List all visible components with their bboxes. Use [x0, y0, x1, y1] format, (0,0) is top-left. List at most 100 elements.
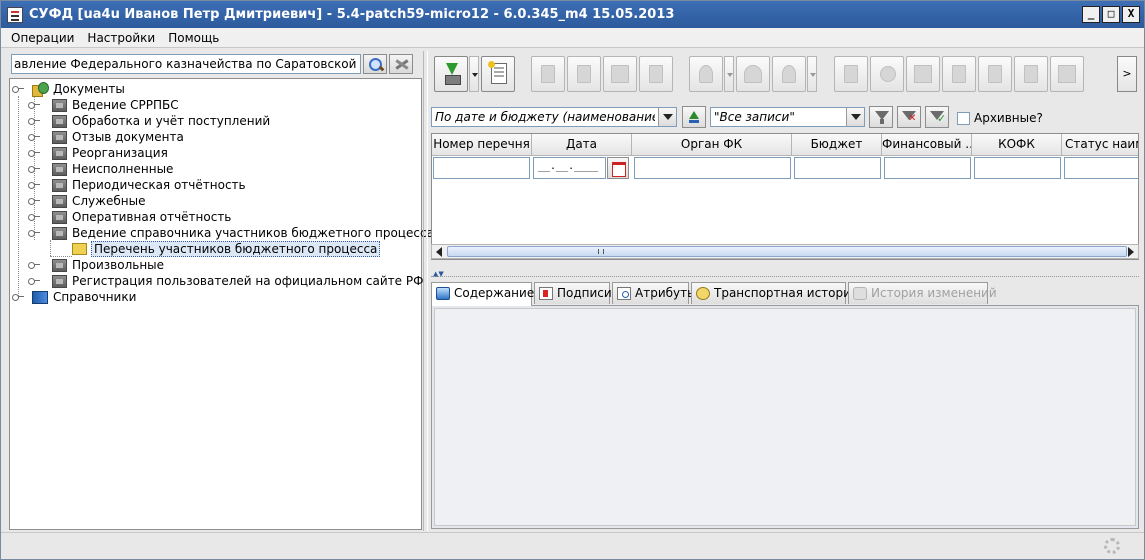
column-header-status[interactable]: Статус наиме: [1062, 134, 1138, 156]
tools-icon[interactable]: [389, 54, 413, 74]
tree-node-receipts[interactable]: Обработка и учёт поступлений: [28, 113, 270, 129]
view-button[interactable]: [567, 56, 601, 92]
column-header-budget[interactable]: Бюджет: [792, 134, 882, 156]
column-header-kofk[interactable]: КОФК: [972, 134, 1062, 156]
column-header-fk-organ[interactable]: Орган ФК: [632, 134, 792, 156]
new-document-button[interactable]: [481, 56, 515, 92]
date-filter-input[interactable]: __.__.____: [533, 157, 629, 179]
sign-icon: [699, 65, 713, 83]
tab-attributes[interactable]: Атрибуты: [612, 282, 697, 304]
scroll-left-icon[interactable]: [433, 246, 446, 257]
journal-button[interactable]: [906, 56, 940, 92]
chevron-down-icon[interactable]: [658, 108, 676, 126]
menu-operations[interactable]: Операции: [1, 31, 81, 45]
tree-node-references[interactable]: Справочники: [12, 289, 136, 305]
horizontal-splitter[interactable]: ▲▼: [431, 269, 1139, 279]
tree-toggle[interactable]: [28, 180, 40, 189]
tree-node-srrpbs[interactable]: Ведение СРРПБС: [28, 97, 179, 113]
tree-toggle[interactable]: [28, 196, 40, 205]
column-header-date[interactable]: Дата: [532, 134, 632, 156]
tree-connector: [50, 240, 51, 256]
check-signature-button[interactable]: [736, 56, 770, 92]
sign-button[interactable]: [689, 56, 723, 92]
column-header-financial[interactable]: Финансовый ...: [882, 134, 972, 156]
signature-dropdown-arrow[interactable]: [807, 56, 817, 92]
tree-toggle[interactable]: [28, 148, 40, 157]
organization-search-input[interactable]: [11, 54, 361, 74]
panel-splitter[interactable]: [421, 51, 429, 531]
column-header-number[interactable]: Номер перечня: [432, 134, 532, 156]
scroll-thumb[interactable]: [447, 246, 1127, 257]
import-button[interactable]: [434, 56, 468, 92]
send-button[interactable]: [834, 56, 868, 92]
tree-node-service[interactable]: Служебные: [28, 193, 145, 209]
clear-filter-icon[interactable]: [897, 106, 921, 128]
tree-toggle[interactable]: [28, 164, 40, 173]
tree-node-revocation[interactable]: Отзыв документа: [28, 129, 184, 145]
history-icon: [853, 287, 867, 300]
calendar-icon[interactable]: [607, 157, 629, 179]
archive-button[interactable]: [1014, 56, 1048, 92]
chevron-down-icon[interactable]: [846, 108, 864, 126]
tree-node-documents[interactable]: Документы: [12, 81, 125, 97]
tree-node-arbitrary[interactable]: Произвольные: [28, 257, 164, 273]
status-bar: [1, 532, 1144, 559]
tab-transport-history[interactable]: Транспортная история: [691, 282, 858, 304]
close-button[interactable]: X: [1122, 6, 1140, 23]
sign-dropdown-arrow[interactable]: [724, 56, 734, 92]
menu-help[interactable]: Помощь: [162, 31, 226, 45]
tree-node-periodic-reports[interactable]: Периодическая отчётность: [28, 177, 246, 193]
delete-button[interactable]: [1050, 56, 1084, 92]
tree-toggle[interactable]: [28, 260, 40, 269]
tree-toggle[interactable]: [28, 228, 40, 237]
tree-node-reorganization[interactable]: Реорганизация: [28, 145, 168, 161]
settings-button[interactable]: [870, 56, 904, 92]
scroll-right-icon[interactable]: [1124, 246, 1137, 257]
tree-node-participants-directory[interactable]: Ведение справочника участников бюджетног…: [28, 225, 434, 241]
menu-settings[interactable]: Настройки: [81, 31, 162, 45]
financial-filter-input[interactable]: [884, 157, 971, 179]
import-dropdown-arrow[interactable]: [469, 56, 479, 92]
minimize-button[interactable]: _: [1082, 6, 1100, 23]
accept-button[interactable]: [978, 56, 1012, 92]
tab-signatures[interactable]: Подписи: [534, 282, 612, 304]
kofk-filter-input[interactable]: [974, 157, 1061, 179]
search-icon[interactable]: [363, 54, 387, 74]
tree-toggle[interactable]: [28, 100, 40, 109]
remove-signature-button[interactable]: [772, 56, 806, 92]
tree-toggle[interactable]: [28, 132, 40, 141]
tree-toggle[interactable]: [28, 212, 40, 221]
sort-order-select[interactable]: По дате и бюджету (наименование): [431, 107, 677, 127]
record-filter-select[interactable]: "Все записи": [710, 107, 865, 127]
apply-filter-icon[interactable]: [925, 106, 949, 128]
tree-toggle[interactable]: [12, 84, 24, 93]
tab-label: Транспортная история: [714, 286, 859, 300]
filter-icon[interactable]: [869, 106, 893, 128]
tree-node-participants-list[interactable]: Перечень участников бюджетного процесса: [72, 241, 381, 257]
receive-button[interactable]: [942, 56, 976, 92]
edit-button[interactable]: [531, 56, 565, 92]
tree-node-user-registration[interactable]: Регистрация пользователей на официальном…: [28, 273, 423, 289]
tree-toggle[interactable]: [12, 292, 24, 301]
number-filter-input[interactable]: [433, 157, 530, 179]
fk-organ-filter-input[interactable]: [634, 157, 791, 179]
tab-change-history[interactable]: История изменений: [848, 282, 997, 304]
menu-bar: Операции Настройки Помощь: [1, 28, 1144, 48]
date-mask: __.__.____: [538, 161, 599, 172]
sort-direction-button[interactable]: [682, 106, 706, 128]
copy-button[interactable]: [603, 56, 637, 92]
toolbar-more-button[interactable]: >: [1117, 56, 1137, 92]
grid-horizontal-scrollbar[interactable]: [431, 244, 1139, 259]
application-window: СУФД [ua4u Иванов Петр Дмитриевич] - 5.4…: [0, 0, 1145, 560]
tree-toggle[interactable]: [28, 276, 40, 285]
print-button[interactable]: [639, 56, 673, 92]
tree-node-unexecuted[interactable]: Неисполненные: [28, 161, 173, 177]
archived-checkbox[interactable]: [957, 112, 970, 125]
tree-node-operational-reports[interactable]: Оперативная отчётность: [28, 209, 231, 225]
maximize-button[interactable]: □: [1102, 6, 1120, 23]
status-filter-input[interactable]: [1064, 157, 1138, 179]
tree-toggle[interactable]: [28, 116, 40, 125]
collapse-arrows-icon[interactable]: ▲▼: [433, 270, 444, 278]
budget-filter-input[interactable]: [794, 157, 881, 179]
tab-content[interactable]: Содержание: [431, 282, 534, 306]
